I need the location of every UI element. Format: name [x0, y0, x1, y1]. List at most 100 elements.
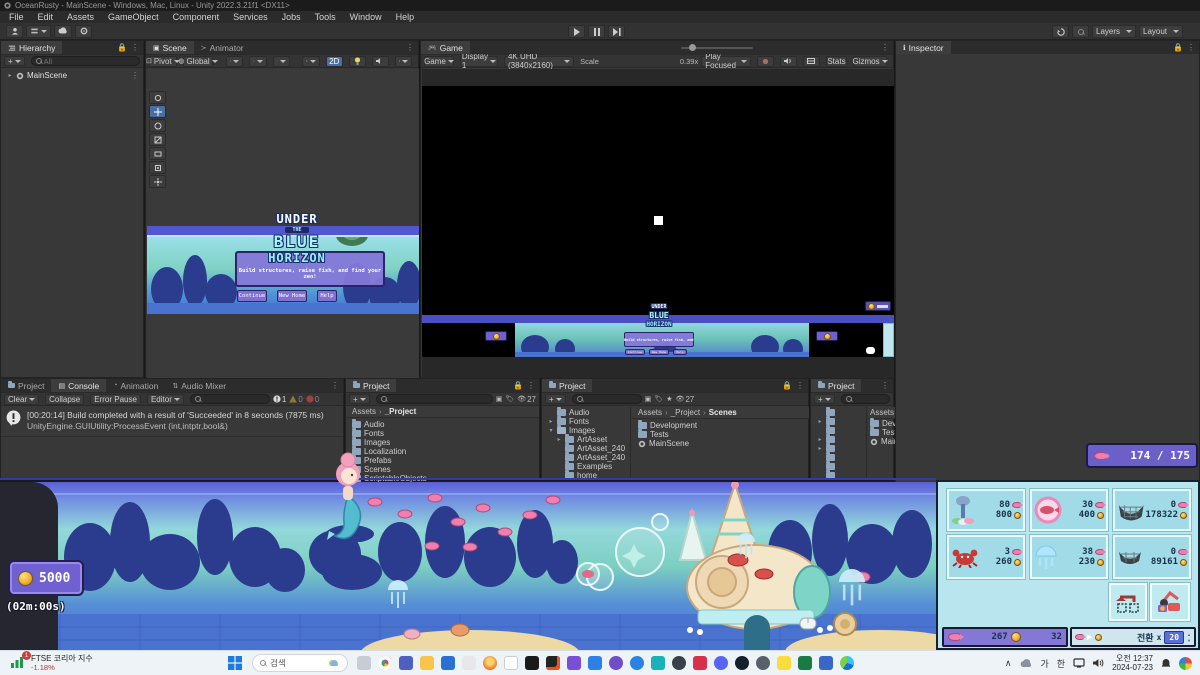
- cloud-button[interactable]: [54, 25, 72, 38]
- folder-fonts[interactable]: Fonts: [346, 429, 539, 438]
- search-button[interactable]: [1072, 25, 1089, 38]
- capture-button[interactable]: [757, 56, 774, 67]
- game-window[interactable]: 5000 (02m:00s): [0, 478, 936, 650]
- panel-menu-icon[interactable]: ⋮: [881, 43, 889, 52]
- tab-console[interactable]: ▤Console: [51, 379, 106, 392]
- gizmos-dropdown[interactable]: Gizmos: [853, 56, 887, 67]
- transform-tool-button[interactable]: [149, 161, 166, 174]
- move-structure-button[interactable]: [1109, 583, 1147, 621]
- taskbar-app-globe[interactable]: [672, 656, 686, 670]
- search-by-type-icon[interactable]: ▣: [496, 395, 503, 403]
- play-focused-dropdown[interactable]: Play Focused: [701, 56, 751, 67]
- folder-audio[interactable]: Audio: [346, 420, 539, 429]
- rotate-tool-button[interactable]: [149, 119, 166, 132]
- menu-assets[interactable]: Assets: [60, 12, 101, 22]
- taskbar-app-calc[interactable]: [819, 656, 833, 670]
- taskbar-app-explorer[interactable]: [420, 656, 434, 670]
- pause-button[interactable]: [588, 25, 605, 38]
- help-button[interactable]: Help: [317, 290, 337, 302]
- collapse-button[interactable]: Collapse: [45, 394, 84, 405]
- lock-icon[interactable]: 🔒: [117, 43, 127, 52]
- taskbar-app-store[interactable]: [441, 656, 455, 670]
- effects-dropdown[interactable]: [395, 56, 412, 67]
- tray-weather-app-icon[interactable]: [1179, 657, 1192, 670]
- start-button[interactable]: [228, 656, 242, 670]
- menu-edit[interactable]: Edit: [31, 12, 61, 22]
- tab-inspector[interactable]: ℹInspector: [896, 41, 951, 54]
- search-by-type-icon[interactable]: ▣: [645, 395, 652, 403]
- search-by-label-icon[interactable]: 🏷: [505, 395, 514, 403]
- tree-examples[interactable]: Examples: [542, 462, 630, 471]
- cast-icon[interactable]: [1073, 658, 1085, 668]
- menu-tools[interactable]: Tools: [308, 12, 343, 22]
- tool-handle-button[interactable]: [273, 56, 290, 67]
- account-button[interactable]: [6, 25, 23, 38]
- panel-menu-icon[interactable]: ⋮: [1187, 43, 1195, 52]
- audio-toggle[interactable]: [372, 56, 389, 67]
- stats-button[interactable]: Stats: [826, 56, 847, 67]
- taskbar-app-github[interactable]: [609, 656, 623, 670]
- menu-services[interactable]: Services: [226, 12, 275, 22]
- mini-continue-button[interactable]: Continue: [625, 349, 645, 355]
- play-button[interactable]: [568, 25, 585, 38]
- settings-button[interactable]: [75, 25, 92, 38]
- taskbar-app-firefox[interactable]: [483, 656, 497, 670]
- tab-hierarchy[interactable]: Hierarchy: [1, 41, 62, 54]
- taskbar-app-lens[interactable]: [756, 656, 770, 670]
- tree-folder[interactable]: [811, 426, 866, 435]
- taskbar-app-maxon[interactable]: [462, 656, 476, 670]
- custom-tool-button[interactable]: [149, 175, 166, 188]
- view-tool-button[interactable]: [149, 91, 166, 104]
- project-search-input[interactable]: [572, 394, 642, 404]
- volume-icon[interactable]: [1093, 658, 1104, 668]
- taskbar-app-pin[interactable]: [630, 656, 644, 670]
- menu-gameobject[interactable]: GameObject: [101, 12, 166, 22]
- undo-history-button[interactable]: [1052, 25, 1069, 38]
- layers-dropdown[interactable]: Layers: [1092, 25, 1136, 38]
- convert-spinner[interactable]: ▲▼: [1187, 632, 1191, 643]
- crumb-scenes[interactable]: Scenes: [709, 408, 737, 417]
- item-development[interactable]: Development: [632, 421, 809, 430]
- taskbar-app-excel[interactable]: [798, 656, 812, 670]
- menu-jobs[interactable]: Jobs: [275, 12, 308, 22]
- item-mainscene[interactable]: MainScene: [632, 439, 809, 448]
- menu-component[interactable]: Component: [166, 12, 227, 22]
- taskbar-app-discord[interactable]: [714, 656, 728, 670]
- folder-images[interactable]: Images: [346, 438, 539, 447]
- panel-menu-icon[interactable]: ⋮: [881, 381, 889, 390]
- tree-folder[interactable]: [811, 408, 866, 417]
- tray-clock[interactable]: 오전 12:37 2024-07-23: [1112, 654, 1153, 672]
- move-tool-button[interactable]: [149, 105, 166, 118]
- pivot-dropdown[interactable]: ⊡Pivot: [149, 56, 177, 67]
- project-add-button[interactable]: +: [349, 394, 370, 404]
- tree-artasset[interactable]: ▸ArtAsset: [542, 435, 630, 444]
- rect-tool-button[interactable]: [149, 147, 166, 160]
- plastic-scm-button[interactable]: [26, 25, 51, 38]
- clear-dropdown[interactable]: Clear: [4, 394, 39, 405]
- project-search-input[interactable]: [376, 394, 493, 404]
- ime-han[interactable]: 한: [1057, 657, 1065, 670]
- tree-folder[interactable]: ▸: [811, 444, 866, 453]
- lock-icon[interactable]: 🔒: [513, 381, 523, 390]
- tab-project-left[interactable]: Project: [1, 379, 51, 392]
- new-home-button[interactable]: New Home: [277, 290, 307, 302]
- menu-help[interactable]: Help: [389, 12, 422, 22]
- crumb-project[interactable]: _Project: [671, 408, 700, 417]
- crumb-assets[interactable]: Assets: [352, 407, 376, 416]
- resource-cell-jellyfish[interactable]: 38 230: [1030, 535, 1108, 579]
- tab-project-a[interactable]: Project: [346, 379, 396, 392]
- taskbar-app-chrome[interactable]: [378, 656, 392, 670]
- hierarchy-search-input[interactable]: All: [31, 56, 140, 66]
- hidden-count[interactable]: 👁27: [517, 395, 536, 404]
- taskbar-app-dv[interactable]: [651, 656, 665, 670]
- error-pause-button[interactable]: Error Pause: [90, 394, 141, 405]
- menu-window[interactable]: Window: [343, 12, 389, 22]
- game-mode-dropdown[interactable]: Game: [424, 56, 454, 67]
- tab-animation[interactable]: ◔Animation: [106, 379, 165, 392]
- scale-tool-button[interactable]: [149, 133, 166, 146]
- hierarchy-add-button[interactable]: +: [4, 56, 25, 66]
- crumb-project[interactable]: _Project: [385, 407, 417, 416]
- resource-cell-crab[interactable]: 3 260: [947, 535, 1025, 579]
- console-log-entry[interactable]: [00:20:14] Build completed with a result…: [1, 406, 343, 437]
- tab-scene[interactable]: ▣Scene: [146, 41, 194, 54]
